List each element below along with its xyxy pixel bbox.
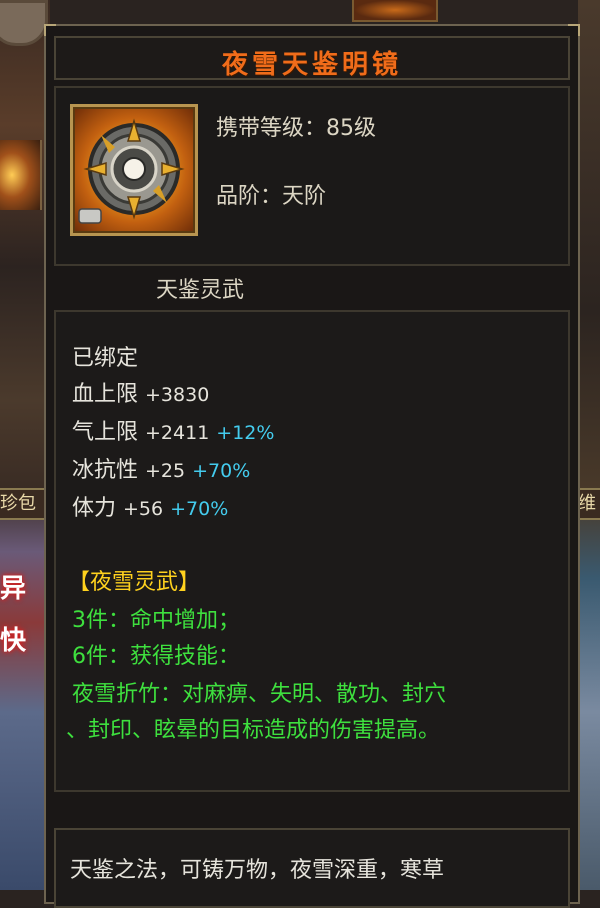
set-skill-line: 夜雪折竹：对麻痹、失明、散功、封穴 (72, 682, 447, 707)
stat-value: +25 (145, 460, 186, 482)
background-scene-left (0, 0, 50, 890)
stat-row-ice-resist: 冰抗性 +25 +70% (72, 452, 250, 484)
item-name: 夜雪天鉴明镜 (221, 50, 402, 80)
stat-bonus: +12% (216, 422, 275, 444)
bound-status: 已绑定 (72, 346, 139, 371)
set-bonus-6-piece: 6件：获得技能： (72, 644, 240, 669)
stat-label: 气上限 (72, 420, 139, 445)
stat-row-qi: 气上限 +2411 +12% (72, 414, 274, 446)
stat-bonus: +70% (192, 460, 251, 482)
stat-label: 冰抗性 (72, 458, 139, 483)
background-glyph: 异 (0, 574, 27, 604)
item-tooltip: 夜雪天鉴明镜 携带等级：85级 品阶：天阶 天鉴灵武 已绑定 血上限 +3830… (44, 24, 580, 908)
description-panel: 天鉴之法，可铸万物，夜雪深重，寒草 (54, 828, 570, 908)
stat-value: +2411 (145, 422, 210, 444)
background-scene-right (578, 0, 600, 890)
carry-level: 携带等级：85级 (216, 116, 376, 141)
item-category: 天鉴灵武 (156, 278, 245, 303)
stat-value: +3830 (145, 384, 210, 406)
background-item-slot-left[interactable] (0, 140, 42, 210)
shield-mirror-icon-graphic (78, 118, 185, 224)
set-bonus-3-piece: 3件：命中增加； (72, 608, 240, 633)
stat-label: 血上限 (72, 382, 139, 407)
title-bar: 夜雪天鉴明镜 (54, 36, 570, 80)
stat-row-stamina: 体力 +56 +70% (72, 490, 228, 522)
background-glyph: 快 (0, 626, 27, 656)
item-description: 天鉴之法，可铸万物，夜雪深重，寒草 (70, 858, 445, 883)
stats-panel: 已绑定 血上限 +3830 气上限 +2411 +12% 冰抗性 +25 +70… (54, 310, 570, 792)
shield-mirror-icon (70, 104, 198, 236)
stat-value: +56 (123, 498, 164, 520)
background-item-slot[interactable] (352, 0, 438, 22)
stat-bonus: +70% (170, 498, 229, 520)
item-summary-panel: 携带等级：85级 品阶：天阶 (54, 86, 570, 266)
stat-label: 体力 (72, 496, 117, 521)
item-grade: 品阶：天阶 (216, 184, 327, 209)
stat-row-hp: 血上限 +3830 (72, 376, 209, 408)
background-menu-strip-left[interactable]: 珍包 (0, 488, 46, 520)
set-name: 【夜雪灵武】 (68, 570, 201, 595)
set-skill-line: 、封印、眩晕的目标造成的伤害提高。 (66, 718, 441, 743)
frame-corner (44, 24, 56, 36)
background-menu-strip-right[interactable]: 维 (578, 488, 600, 520)
frame-corner (568, 24, 580, 36)
